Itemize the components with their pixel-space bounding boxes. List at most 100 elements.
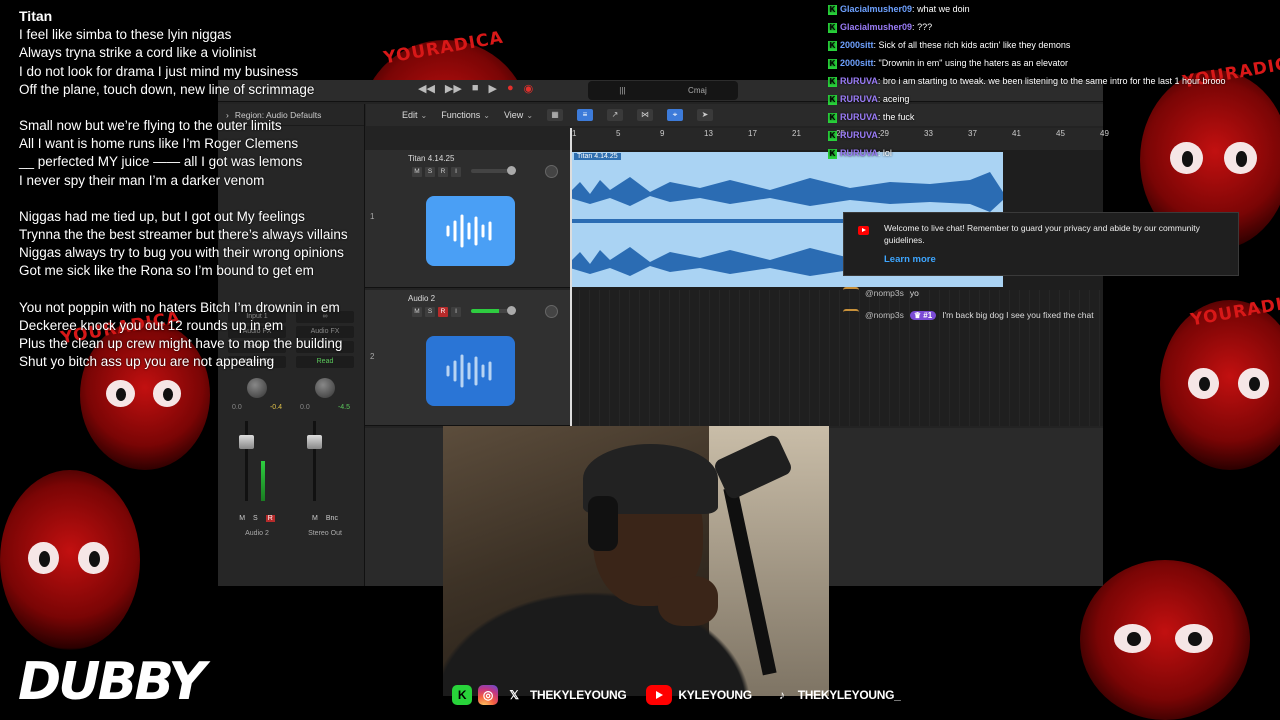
track-buttons: M S R I [412, 307, 461, 317]
chat-username[interactable]: RURUVA [840, 112, 878, 122]
lyric-line: Always tryna strike a cord like a violin… [19, 45, 257, 61]
chat-username[interactable]: Glacialmusher09 [840, 22, 912, 32]
stop-button[interactable]: ■ [472, 82, 479, 95]
track-pan-knob[interactable] [545, 305, 558, 318]
track-volume-slider[interactable] [471, 306, 516, 315]
bounce-button[interactable]: Bnc [326, 515, 338, 522]
lyrics-stanza: Small now but we’re flying to the outer … [19, 117, 389, 190]
chat-username[interactable]: Glacialmusher09 [840, 4, 912, 14]
solo-button[interactable]: S [425, 307, 435, 317]
chat-username[interactable]: RURUVA [840, 148, 878, 158]
record-enable-button[interactable]: R [438, 307, 448, 317]
grid-view-icon[interactable]: ▦ [547, 109, 564, 121]
chat-message: K 2000sitt: Sick of all these rich kids a… [816, 36, 1280, 54]
list-view-icon[interactable]: ≡ [577, 109, 594, 121]
level-readouts: 0.0 -0.4 [224, 404, 290, 411]
lyric-line: Trynna the the best streamer but there’s… [19, 227, 348, 243]
fast-forward-button[interactable]: ▶▶ [445, 82, 462, 95]
avatar [843, 309, 859, 321]
kick-badge-icon: K [828, 22, 837, 33]
functions-menu[interactable]: Functions [441, 110, 490, 120]
socials-bar: K ◎ 𝕏 THEKYLEYOUNG KYLEYOUNG ♪ THEKYLEYO… [452, 684, 901, 706]
play-button[interactable]: ▶ [489, 82, 497, 95]
chat-text: yo [909, 288, 919, 298]
track-volume-slider[interactable] [471, 166, 516, 175]
lyric-line: Niggas had me tied up, but I got out My … [19, 208, 305, 224]
fader-track [245, 421, 248, 501]
lyrics-title: Titan [19, 8, 53, 24]
chat-username[interactable]: RURUVA [840, 76, 878, 86]
lyrics-stanza: Niggas had me tied up, but I got out My … [19, 208, 389, 281]
youtube-icon [858, 226, 869, 235]
volume-fader[interactable] [237, 421, 277, 501]
lyric-line: Shut yo bitch ass up you are not appeali… [19, 354, 275, 370]
mute-button[interactable]: M [412, 167, 422, 177]
tracks-timeline[interactable]: 1 5 9 13 17 21 25 29 33 37 41 45 49 Titan 4.14.25 [570, 128, 1109, 426]
ruler-tick: 21 [792, 129, 801, 138]
volume-fader[interactable] [305, 421, 345, 501]
chat-text: Sick of all these rich kids actin' like … [878, 40, 1071, 50]
lyrics-stanza: I feel like simba to these lyin niggas A… [19, 26, 389, 99]
record-enable-button[interactable]: R [265, 515, 275, 522]
view-menu[interactable]: View [504, 110, 533, 120]
solo-button[interactable]: S [425, 167, 435, 177]
chat-text: the fuck [882, 112, 915, 122]
catch-icon[interactable]: ↗ [607, 109, 624, 121]
fader-cap[interactable] [239, 435, 254, 449]
volume-readout: 0.0 [300, 404, 310, 411]
transport-controls: ◀◀ ▶▶ ■ ▶ ● ◉ [418, 82, 533, 95]
volume-readout: 0.0 [232, 404, 242, 411]
track-header-1[interactable]: 1 Titan 4.14.25 M S R I [365, 150, 571, 288]
audio-waveform-icon [426, 336, 515, 406]
lcd-display[interactable]: ||| Cmaj [588, 81, 738, 100]
strip-label: Stereo Out [308, 530, 342, 537]
solo-button[interactable]: S [253, 515, 258, 522]
input-monitor-button[interactable]: I [451, 307, 461, 317]
lyrics-stanza: You not poppin with no haters Bitch I’m … [19, 299, 389, 372]
chat-username[interactable]: 2000sitt [840, 40, 874, 50]
lyric-line: I do not look for drama I just mind my b… [19, 63, 299, 79]
playhead[interactable] [570, 128, 572, 426]
chat-message: @nomp3s ♛ #1 I'm back big dog I see you … [843, 304, 1143, 326]
snap-icon[interactable]: ⌖ [667, 109, 684, 121]
mute-button[interactable]: M [239, 515, 245, 522]
pointer-tool-icon[interactable]: ➤ [697, 109, 714, 121]
edit-menu[interactable]: Edit [402, 110, 427, 120]
kick-badge-icon: K [828, 58, 837, 69]
lyric-line: Off the plane, touch down, new line of s… [19, 81, 315, 97]
level-readouts: 0.0 -4.5 [292, 404, 358, 411]
chat-message: K RURUVA: the fuck [816, 108, 1280, 126]
chat-separator: : [877, 130, 881, 140]
kick-badge-icon: K [828, 40, 837, 51]
background-emblem [1080, 560, 1250, 720]
crown-badge: ♛ #1 [909, 310, 937, 320]
mute-button[interactable]: M [312, 515, 318, 522]
input-monitor-button[interactable]: I [451, 167, 461, 177]
track-name[interactable]: Titan 4.14.25 [408, 154, 454, 163]
youtube-chat-notice: Welcome to live chat! Remember to guard … [843, 212, 1239, 276]
tiktok-handle: THEKYLEYOUNG_ [797, 688, 901, 702]
instagram-icon: ◎ [478, 685, 498, 705]
learn-more-link[interactable]: Learn more [884, 254, 936, 265]
record-enable-button[interactable]: R [438, 167, 448, 177]
fader-cap[interactable] [307, 435, 322, 449]
flex-icon[interactable]: ⋈ [637, 109, 654, 121]
record-button[interactable]: ● [507, 82, 514, 95]
x-icon: 𝕏 [509, 688, 519, 702]
mute-button[interactable]: M [412, 307, 422, 317]
chat-username[interactable]: RURUVA [840, 94, 878, 104]
youtube-chat-messages: @nomp3s yo @nomp3s ♛ #1 I'm back big dog… [843, 282, 1143, 326]
kick-badge-icon: K [828, 4, 837, 15]
dubby-logo: DUBBY [15, 649, 212, 709]
chat-username[interactable]: 2000sitt [840, 58, 874, 68]
track-pan-knob[interactable] [545, 165, 558, 178]
track-header-2[interactable]: 2 Audio 2 M S R I [365, 290, 571, 426]
chat-message: K Glacialmusher09: ??? [816, 18, 1280, 36]
lyric-line: Deckeree knock you out 12 rounds up in e… [19, 317, 284, 333]
record-loop-button[interactable]: ◉ [524, 82, 534, 95]
rewind-button[interactable]: ◀◀ [418, 82, 435, 95]
audio-waveform-icon [426, 196, 515, 266]
chat-username[interactable]: RURUVA [840, 130, 878, 140]
kick-chat: K Glacialmusher09: what we doin K Glacialmu… [816, 0, 1280, 162]
track-name[interactable]: Audio 2 [408, 294, 435, 303]
